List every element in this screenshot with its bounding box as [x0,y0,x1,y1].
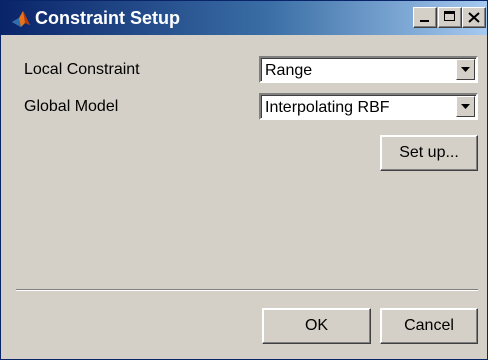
cancel-button[interactable]: Cancel [380,308,478,344]
title-bar[interactable]: Constraint Setup [1,1,487,35]
local-constraint-select[interactable]: Range [259,56,478,83]
close-icon [468,12,480,23]
local-constraint-value: Range [265,62,313,79]
local-constraint-label: Local Constraint [24,61,140,78]
setup-button[interactable]: Set up... [380,135,478,171]
matlab-icon [12,11,30,27]
close-button[interactable] [462,7,486,28]
divider [16,289,478,291]
dropdown-button[interactable] [456,59,475,80]
minimize-button[interactable] [413,7,437,28]
dropdown-button[interactable] [456,96,475,117]
chevron-down-icon [461,67,470,72]
window-title: Constraint Setup [35,8,181,28]
constraint-setup-window: Constraint Setup Local Constraint Range … [0,0,488,360]
maximize-button[interactable] [438,7,462,28]
chevron-down-icon [461,104,470,109]
ok-button[interactable]: OK [262,308,371,344]
global-model-select[interactable]: Interpolating RBF [259,93,478,120]
global-model-label: Global Model [24,98,119,115]
minimize-icon [420,20,429,22]
maximize-icon [444,11,455,21]
global-model-value: Interpolating RBF [265,99,390,116]
